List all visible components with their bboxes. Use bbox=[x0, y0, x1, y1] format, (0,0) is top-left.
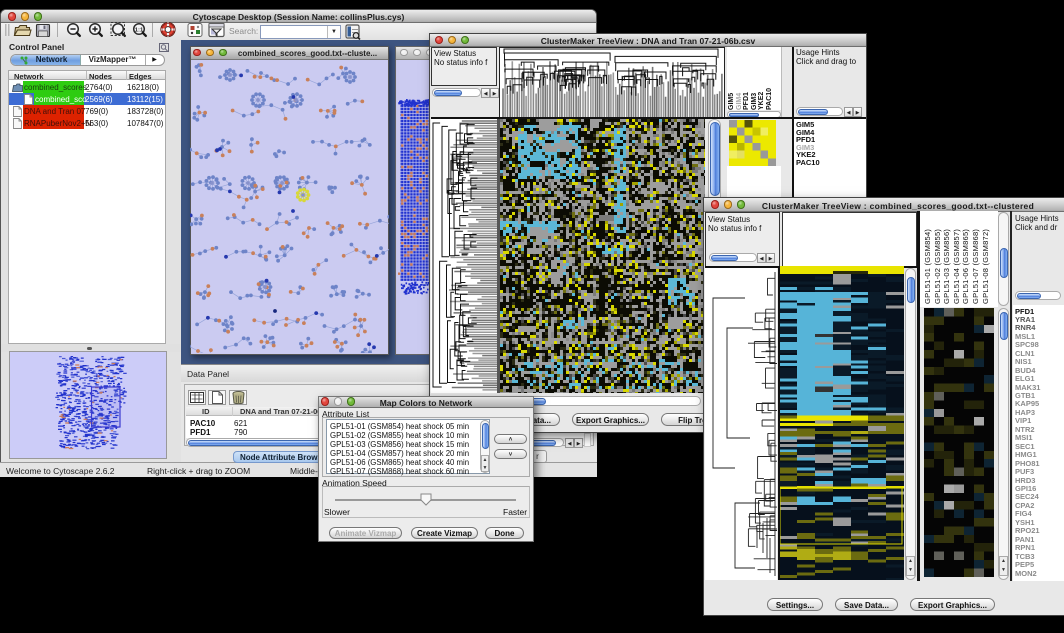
svg-text:1:1: 1:1 bbox=[135, 27, 144, 33]
